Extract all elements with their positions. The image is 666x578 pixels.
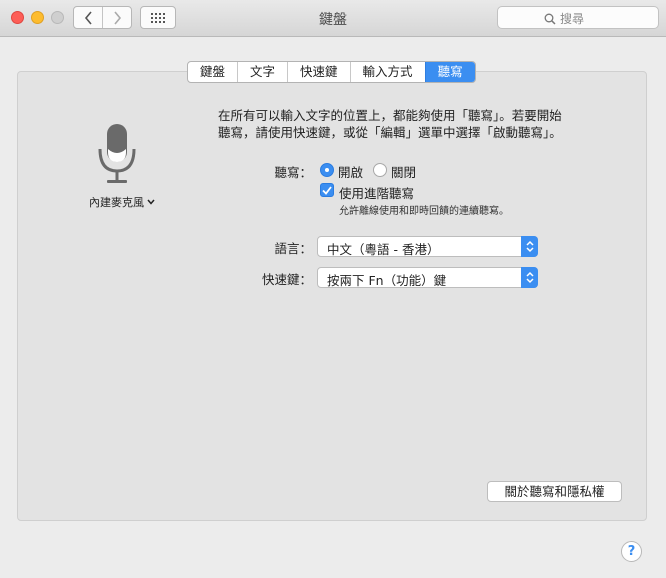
help-button[interactable]: ? <box>621 541 642 562</box>
tab-shortcuts[interactable]: 快速鍵 <box>287 62 350 82</box>
tab-bar: 鍵盤 文字 快速鍵 輸入方式 聽寫 <box>187 61 476 83</box>
dictation-description: 在所有可以輸入文字的位置上，都能夠使用「聽寫」。若要開始 聽寫，請使用快速鍵，或… <box>218 107 608 141</box>
about-dictation-privacy-button[interactable]: 關於聽寫和隱私權 <box>487 481 622 502</box>
description-line-1: 在所有可以輸入文字的位置上，都能夠使用「聽寫」。若要開始 <box>218 108 562 123</box>
dictation-on-radio[interactable] <box>320 163 334 177</box>
dictation-on-label: 開啟 <box>338 165 364 180</box>
microphone-source-menu[interactable]: 內建麥克風 <box>89 194 155 210</box>
checkmark-icon <box>322 185 332 195</box>
language-label: 語言： <box>274 241 312 256</box>
enhanced-dictation-hint: 允許離線使用和即時回饋的連續聽寫。 <box>339 206 509 217</box>
chevron-down-icon <box>147 199 155 205</box>
tab-keyboard[interactable]: 鍵盤 <box>188 62 237 82</box>
enhanced-dictation-label: 使用進階聽寫 <box>339 186 415 201</box>
dictation-off-label: 關閉 <box>391 165 417 180</box>
magnifier-icon <box>544 13 556 25</box>
title-bar: 鍵盤 搜尋 <box>0 0 666 37</box>
microphone-source-label: 內建麥克風 <box>89 196 144 209</box>
microphone-icon <box>98 124 136 183</box>
popup-arrows-icon <box>521 236 538 257</box>
dictation-off-radio[interactable] <box>373 163 387 177</box>
language-value: 中文（粵語 - 香港） <box>327 242 440 257</box>
tab-dictation[interactable]: 聽寫 <box>424 62 475 82</box>
language-popup[interactable]: 中文（粵語 - 香港） <box>317 236 538 257</box>
shortcut-popup[interactable]: 按兩下 Fn（功能）鍵 <box>317 267 538 288</box>
search-placeholder: 搜尋 <box>560 12 585 26</box>
search-field[interactable]: 搜尋 <box>497 6 659 29</box>
shortcut-value: 按兩下 Fn（功能）鍵 <box>327 273 447 288</box>
shortcut-label: 快速鍵： <box>261 272 312 287</box>
description-line-2: 聽寫，請使用快速鍵，或從「編輯」選單中選擇「啟動聽寫」。 <box>218 125 562 140</box>
enhanced-dictation-checkbox[interactable] <box>320 183 334 197</box>
tab-input-sources[interactable]: 輸入方式 <box>349 62 425 82</box>
tab-text[interactable]: 文字 <box>237 62 287 82</box>
popup-arrows-icon <box>521 267 538 288</box>
dictation-label: 聽寫： <box>274 165 312 180</box>
